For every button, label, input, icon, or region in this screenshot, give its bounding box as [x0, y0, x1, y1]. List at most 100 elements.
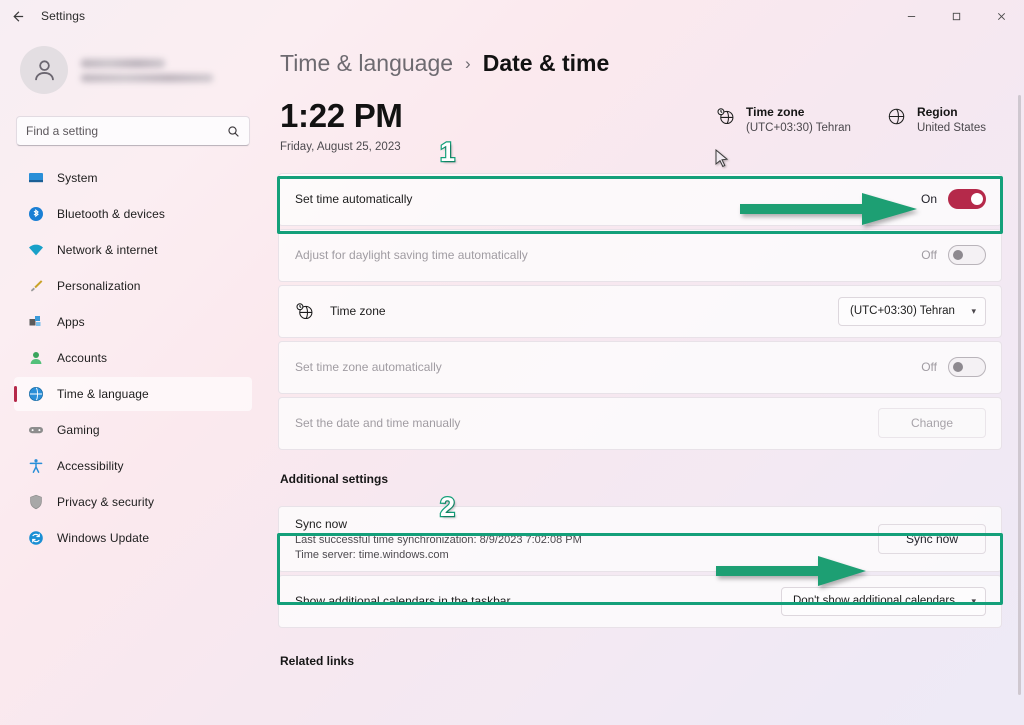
region-text: Region United States — [917, 105, 986, 134]
search-icon — [227, 125, 240, 138]
change-button[interactable]: Change — [878, 408, 986, 439]
wifi-icon — [27, 242, 44, 259]
profile-email-redacted — [81, 73, 213, 82]
sidebar-item-network-internet[interactable]: Network & internet — [14, 233, 252, 267]
row-label: Adjust for daylight saving time automati… — [295, 248, 528, 263]
daylight-saving-toggle-group: Off — [921, 245, 986, 266]
additional-calendars-dropdown[interactable]: Don't show additional calendars ▾ — [781, 586, 986, 616]
sidebar-item-windows-update[interactable]: Windows Update — [14, 521, 252, 555]
window-title: Settings — [41, 9, 86, 23]
content-scrollbar[interactable] — [1018, 95, 1021, 695]
clock-globe-icon — [716, 107, 735, 131]
sidebar-item-label: Gaming — [57, 423, 100, 437]
toggle-state-label: On — [920, 192, 937, 207]
profile-name-redacted — [81, 58, 165, 68]
sidebar-item-time-language[interactable]: Time & language — [14, 377, 252, 411]
maximize-icon[interactable] — [934, 0, 979, 32]
timezone-text: Time zone (UTC+03:30) Tehran — [746, 105, 851, 134]
annotation-arrow-set-time-automatically — [740, 193, 917, 225]
sidebar-item-label: Accounts — [57, 351, 108, 365]
region-summary: Region United States — [887, 105, 986, 134]
sidebar-item-label: Apps — [57, 315, 85, 329]
sidebar-item-apps[interactable]: Apps — [14, 305, 252, 339]
page-title: Date & time — [482, 50, 610, 76]
close-icon[interactable] — [979, 0, 1024, 32]
row-label: Set the date and time manually — [295, 416, 461, 431]
minimize-icon[interactable] — [889, 0, 934, 32]
sidebar-item-label: Bluetooth & devices — [57, 207, 165, 221]
toggle-state-label: Off — [921, 360, 937, 375]
apps-icon — [27, 314, 44, 331]
sidebar-item-system[interactable]: System — [14, 161, 252, 195]
back-arrow-icon[interactable] — [0, 0, 34, 32]
breadcrumb: Time & language › Date & time — [280, 50, 1002, 77]
sidebar-item-label: Time & language — [57, 387, 149, 401]
sidebar-item-label: Accessibility — [57, 459, 124, 473]
row-label: Time zone — [330, 304, 386, 319]
region-value: United States — [916, 122, 986, 134]
related-links-heading: Related links — [280, 653, 355, 668]
current-time-block: 1:22 PM Friday, August 25, 2023 — [280, 97, 716, 153]
sync-title: Sync now — [295, 516, 348, 531]
row-daylight-saving: Adjust for daylight saving time automati… — [278, 228, 1002, 282]
accessibility-icon — [27, 458, 44, 475]
set-time-automatically-toggle[interactable] — [948, 189, 986, 210]
chevron-right-icon: › — [465, 53, 471, 73]
timezone-summary: Time zone (UTC+03:30) Tehran — [716, 105, 851, 134]
clock-globe-icon — [295, 302, 314, 321]
gamepad-icon — [27, 422, 44, 439]
daylight-saving-toggle — [948, 245, 986, 266]
row-set-date-time-manually: Set the date and time manually Change — [278, 396, 1002, 450]
sidebar-item-accounts[interactable]: Accounts — [14, 341, 252, 375]
additional-settings-cards: Sync now Last successful time synchroniz… — [278, 505, 1002, 628]
sidebar-item-gaming[interactable]: Gaming — [14, 413, 252, 447]
current-date: Friday, August 25, 2023 — [280, 140, 401, 153]
chevron-down-icon: ▾ — [971, 305, 976, 316]
monitor-icon — [27, 170, 44, 187]
sync-now-button[interactable]: Sync now — [878, 523, 986, 554]
set-time-automatically-toggle-group[interactable]: On — [920, 189, 986, 210]
additional-calendars-dropdown-value: Don't show additional calendars — [793, 595, 956, 608]
current-time: 1:22 PM — [280, 97, 403, 134]
row-label: Show additional calendars in the taskbar — [295, 594, 511, 609]
sidebar-item-personalization[interactable]: Personalization — [14, 269, 252, 303]
region-title: Region — [916, 105, 958, 119]
sidebar-nav: System Bluetooth & devices Network & int… — [14, 161, 252, 555]
sync-texts: Sync now Last successful time synchroniz… — [295, 517, 878, 561]
timezone-value: (UTC+03:30) Tehran — [746, 122, 851, 134]
set-time-zone-automatically-toggle-group: Off — [921, 357, 986, 378]
row-additional-calendars[interactable]: Show additional calendars in the taskbar… — [278, 574, 1002, 628]
clock-summary: 1:22 PM Friday, August 25, 2023 Time zon… — [278, 97, 1002, 153]
sidebar-item-label: Network & internet — [57, 243, 158, 257]
row-sync-now: Sync now Last successful time synchroniz… — [278, 505, 1002, 572]
sync-last-synchronization: Last successful time synchronization: 8/… — [295, 533, 582, 546]
globe-icon — [887, 107, 906, 131]
set-time-zone-automatically-toggle — [948, 357, 986, 378]
sidebar-item-privacy-security[interactable]: Privacy & security — [14, 485, 252, 519]
annotation-arrow-sync-now — [716, 556, 866, 586]
window-titlebar: Settings — [0, 0, 1024, 32]
additional-settings-heading: Additional settings — [280, 471, 388, 486]
row-time-zone[interactable]: Time zone (UTC+03:30) Tehran ▾ — [278, 284, 1002, 338]
bluetooth-icon — [27, 206, 44, 223]
update-icon — [27, 530, 44, 547]
paintbrush-icon — [27, 278, 44, 295]
sidebar-item-label: System — [57, 171, 98, 185]
user-profile[interactable] — [14, 32, 252, 100]
sidebar-item-accessibility[interactable]: Accessibility — [14, 449, 252, 483]
chevron-down-icon: ▾ — [971, 595, 976, 606]
search-input[interactable] — [26, 124, 227, 138]
row-label: Set time zone automatically — [295, 360, 442, 375]
sidebar-item-bluetooth-devices[interactable]: Bluetooth & devices — [14, 197, 252, 231]
row-left: Time zone — [295, 302, 838, 321]
search-box[interactable] — [16, 116, 250, 146]
sidebar-item-label: Windows Update — [57, 531, 150, 545]
time-zone-dropdown[interactable]: (UTC+03:30) Tehran ▾ — [838, 296, 986, 326]
profile-text — [81, 58, 248, 82]
breadcrumb-parent[interactable]: Time & language — [280, 50, 453, 77]
timezone-title: Time zone — [746, 105, 805, 119]
sidebar-item-label: Personalization — [57, 279, 141, 293]
clock-globe-icon — [27, 386, 44, 403]
main-content: Time & language › Date & time 1:22 PM Fr… — [266, 32, 1024, 725]
info-group: Time zone (UTC+03:30) Tehran Region Unit… — [716, 105, 1000, 134]
